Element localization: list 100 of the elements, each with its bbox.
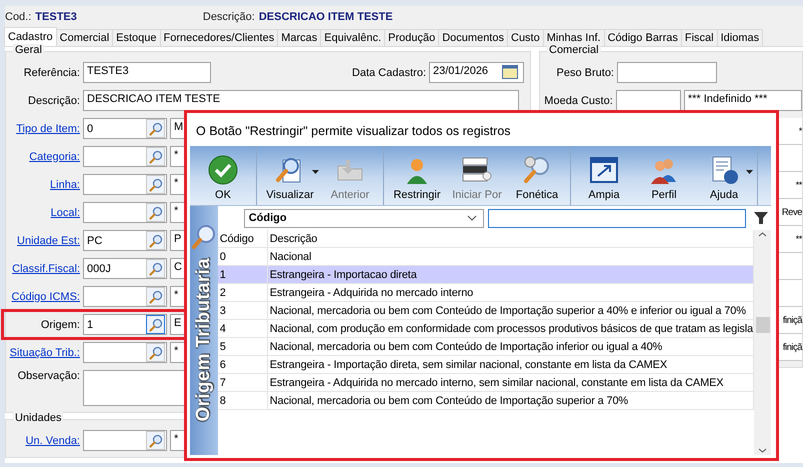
tab[interactable]: Idiomas bbox=[716, 29, 764, 46]
field-label: Referência: bbox=[22, 66, 80, 78]
scroll-thumb[interactable] bbox=[756, 317, 770, 333]
field-link[interactable]: Tipo de Item: bbox=[6, 122, 80, 134]
calendar-icon[interactable] bbox=[502, 65, 518, 79]
column-header[interactable]: Código bbox=[218, 230, 268, 247]
search-field[interactable] bbox=[488, 208, 746, 228]
scroll-down-icon[interactable] bbox=[758, 448, 767, 453]
table-cell: 3 bbox=[218, 302, 268, 319]
scroll-up-icon[interactable] bbox=[758, 232, 767, 237]
toolbar-button[interactable]: Ampia bbox=[574, 146, 634, 205]
group-title: Geral bbox=[13, 44, 44, 56]
field-label: Data Cadastro: bbox=[351, 66, 426, 78]
group-title: Unidades bbox=[13, 412, 64, 424]
lookup-button[interactable] bbox=[146, 315, 165, 334]
lookup-field[interactable] bbox=[83, 146, 167, 167]
table-row[interactable]: 0 Nacional bbox=[218, 248, 754, 266]
lookup-field[interactable] bbox=[83, 286, 167, 307]
scrollbar[interactable] bbox=[754, 230, 771, 455]
search-icon bbox=[148, 318, 162, 332]
search-icon bbox=[148, 262, 162, 276]
toolbar-button[interactable]: Ajuda bbox=[694, 146, 754, 205]
field-link[interactable]: Código ICMS: bbox=[6, 290, 80, 302]
dialog-title: O Botão "Restringir" permite visualizar todos os registros bbox=[195, 123, 512, 140]
lookup-button[interactable] bbox=[146, 431, 165, 450]
lookup-button[interactable] bbox=[146, 175, 165, 194]
table-row[interactable]: 3 Nacional, mercadoria ou bem com Conteúdo de Importação superior a 40% e inferior ou igual a 70% bbox=[218, 302, 754, 320]
lookup-button[interactable] bbox=[146, 119, 165, 138]
table-row[interactable]: 8 Nacional, mercadoria ou bem com Conteúdo de Importação superior a 70% bbox=[218, 392, 754, 410]
lookup-button[interactable] bbox=[146, 147, 165, 166]
magnifier-icon bbox=[190, 224, 217, 250]
field-link[interactable]: Linha: bbox=[6, 178, 80, 190]
lookup-button[interactable] bbox=[146, 259, 165, 278]
table-row[interactable]: 7 Estrangeira - Adquirida no mercado interno, sem similar nacional, constante em lista da CAMEX bbox=[218, 374, 754, 392]
lookup-button[interactable] bbox=[146, 343, 165, 362]
table-row[interactable]: 4 Nacional, com produção em conformidade com processos produtivos básicos de que tratam as legisla bbox=[218, 320, 754, 338]
table-cell: 6 bbox=[218, 356, 268, 373]
window-expand-icon bbox=[588, 154, 620, 186]
table-cell: 4 bbox=[218, 320, 268, 337]
toolbar-button[interactable]: Restringir bbox=[387, 146, 447, 205]
lookup-field[interactable]: 1 bbox=[83, 314, 167, 335]
group-title: Comercial bbox=[547, 44, 601, 56]
date-field[interactable]: 23/01/2026 bbox=[429, 62, 524, 83]
table-cell: 0 bbox=[218, 248, 268, 265]
reference-field[interactable]: TESTE3 bbox=[83, 62, 211, 83]
table-cell: 5 bbox=[218, 338, 268, 355]
field-label: Moeda Custo: bbox=[543, 94, 613, 106]
field-label: Descrição: bbox=[27, 94, 80, 106]
code-label: Cod.: bbox=[5, 11, 32, 23]
lookup-field[interactable] bbox=[83, 342, 167, 363]
tab[interactable]: Produção bbox=[384, 29, 440, 46]
caret-icon[interactable] bbox=[746, 170, 753, 174]
search-icon bbox=[148, 206, 162, 220]
weight-field[interactable] bbox=[617, 62, 717, 83]
field-label: Origem: bbox=[40, 318, 80, 330]
field-link[interactable]: Categoria: bbox=[6, 150, 80, 162]
lookup-button[interactable] bbox=[146, 231, 165, 250]
field-link[interactable]: Situação Trib.: bbox=[6, 346, 80, 358]
toolbar-button[interactable]: OK bbox=[193, 146, 253, 205]
field-link[interactable]: Local: bbox=[6, 206, 80, 218]
lookup-field[interactable] bbox=[83, 202, 167, 223]
code-value: TESTE3 bbox=[35, 11, 77, 23]
table-row[interactable]: 5 Nacional, mercadoria ou bem com Conteúdo de Importação inferior ou igual a 40% bbox=[218, 338, 754, 356]
description-value: DESCRICAO ITEM TESTE bbox=[258, 11, 393, 23]
field-label: Peso Bruto: bbox=[556, 66, 614, 78]
table-row[interactable]: 1 Estrangeira - Importacao direta bbox=[218, 266, 754, 284]
tab[interactable]: Código Barras bbox=[604, 29, 682, 46]
field-link[interactable]: Unidade Est: bbox=[6, 234, 80, 246]
field-link[interactable]: Un. Venda: bbox=[6, 434, 80, 446]
toolbar-button[interactable]: Fonética bbox=[507, 146, 567, 205]
lookup-field[interactable] bbox=[83, 174, 167, 195]
lookup-field[interactable] bbox=[83, 430, 167, 451]
tab[interactable]: Estoque bbox=[112, 29, 161, 46]
field-select[interactable]: Código bbox=[244, 208, 484, 228]
side-title: Origem Tributaria bbox=[192, 258, 215, 422]
description-label: Descrição: bbox=[202, 11, 255, 23]
search-icon bbox=[148, 122, 162, 136]
check-icon bbox=[207, 154, 239, 186]
lookup-field[interactable]: PC bbox=[83, 230, 167, 251]
toolbar-button[interactable]: Visualizar bbox=[260, 146, 320, 205]
toolbar-button[interactable]: Perfil bbox=[634, 146, 694, 205]
tab[interactable]: Equivalênc. bbox=[320, 29, 386, 46]
currency-description: *** Indefinido *** bbox=[684, 90, 802, 111]
field-label: Observação: bbox=[16, 370, 80, 382]
chevron-down-icon bbox=[466, 215, 477, 221]
tab[interactable]: Cadastro bbox=[4, 27, 57, 46]
lookup-field[interactable]: 000J bbox=[83, 258, 167, 279]
field-link[interactable]: Classif.Fiscal: bbox=[6, 262, 80, 274]
table-row[interactable]: 2 Estrangeira - Adquirida no mercado interno bbox=[218, 284, 754, 302]
search-icon bbox=[148, 234, 162, 248]
currency-field[interactable] bbox=[616, 90, 681, 111]
lookup-field[interactable]: 0 bbox=[83, 118, 167, 139]
table-cell: 8 bbox=[218, 392, 268, 409]
table-cell: 1 bbox=[218, 266, 268, 283]
table-row[interactable]: 6 Estrangeira - Importação direta, sem similar nacional, constante em lista da CAMEX bbox=[218, 356, 754, 374]
table-cell: 7 bbox=[218, 374, 268, 391]
lookup-button[interactable] bbox=[146, 203, 165, 222]
description-input[interactable]: DESCRICAO ITEM TESTE bbox=[83, 90, 519, 111]
lookup-button[interactable] bbox=[146, 287, 165, 306]
search-icon bbox=[148, 346, 162, 360]
